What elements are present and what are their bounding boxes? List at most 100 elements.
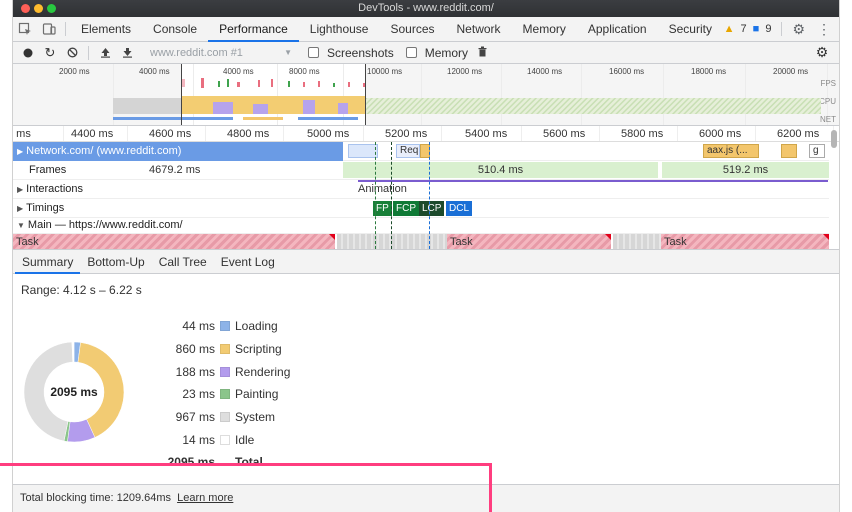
- frame-block-3[interactable]: 519.2 ms: [662, 162, 829, 178]
- tab-bottom-up[interactable]: Bottom-Up: [80, 250, 151, 273]
- total-swatch-placeholder: [220, 457, 230, 467]
- memory-checkbox[interactable]: [405, 47, 417, 58]
- tab-lighthouse[interactable]: Lighthouse: [299, 17, 380, 41]
- flame-chart[interactable]: 0 ms 4400 ms 4600 ms 4800 ms 5000 ms 5200 ms 5…: [13, 126, 839, 250]
- network-request-small[interactable]: [348, 144, 378, 158]
- tab-call-tree[interactable]: Call Tree: [152, 250, 214, 273]
- ruler-gridline: [441, 126, 442, 141]
- interactions-track-label: ▶ Interactions: [17, 183, 84, 195]
- animation-label[interactable]: Animation: [358, 183, 407, 195]
- tab-application[interactable]: Application: [577, 17, 658, 41]
- tab-summary[interactable]: Summary: [15, 250, 81, 274]
- tab-sources[interactable]: Sources: [379, 17, 445, 41]
- ruler-gridline: [755, 126, 756, 141]
- ruler-tick-label: 6000 ms: [699, 128, 742, 140]
- issues-counter[interactable]: ▲ 7 ■ 9 ⚙ ⋮: [724, 17, 839, 41]
- ruler-tick-label: 5600 ms: [543, 128, 586, 140]
- task-block-1[interactable]: Task: [13, 234, 335, 249]
- record-icon[interactable]: [19, 44, 37, 62]
- toolbar-separator: [88, 45, 89, 60]
- profile-select-value: www.reddit.com #1: [150, 46, 243, 59]
- tab-console[interactable]: Console: [142, 17, 208, 41]
- title-bar: DevTools - www.reddit.com/: [13, 0, 839, 17]
- legend-total-value: 2095 ms: [167, 455, 215, 470]
- screenshots-checkbox[interactable]: [308, 47, 319, 58]
- overview-selection-right-handle[interactable]: [365, 64, 366, 125]
- fcp-marker[interactable]: FCP: [393, 201, 419, 216]
- legend-name: System: [235, 410, 276, 425]
- ruler-gridline: [205, 126, 206, 141]
- lcp-marker[interactable]: LCP: [419, 201, 445, 216]
- close-window-button[interactable]: [21, 4, 30, 13]
- overview-tick-label: 10000 ms: [367, 67, 403, 76]
- legend-name: Painting: [235, 387, 279, 402]
- range-text: Range: 4.12 s – 6.22 s: [21, 283, 142, 297]
- clear-icon[interactable]: [63, 44, 81, 62]
- cpu-label: CPU: [819, 97, 836, 106]
- long-task-indicator: [329, 234, 335, 240]
- load-profile-icon[interactable]: [96, 44, 114, 62]
- network-request-bar[interactable]: ▶ Network.com/ (www.reddit.com): [13, 142, 343, 161]
- category-legend: 44 ms Loading 860 ms Scripting 188 ms Re…: [153, 315, 291, 474]
- legend-value: 188 ms: [175, 364, 215, 379]
- dcl-line: [429, 142, 430, 249]
- task-row[interactable]: Task Task Task: [13, 234, 829, 249]
- timeline-overview[interactable]: 2000 ms 4000 ms 4000 ms 8000 ms 10000 ms 1200…: [13, 64, 839, 126]
- short-tasks[interactable]: [337, 234, 447, 249]
- net-graph: [113, 117, 358, 120]
- tab-performance[interactable]: Performance: [208, 17, 299, 42]
- learn-more-link[interactable]: Learn more: [177, 492, 233, 504]
- profile-select[interactable]: www.reddit.com #1 ▼: [146, 45, 296, 61]
- tab-security[interactable]: Security: [658, 17, 723, 41]
- more-options-icon[interactable]: ⋮: [817, 21, 831, 38]
- interactions-track[interactable]: ▶ Interactions Animation: [13, 180, 829, 199]
- dcl-marker[interactable]: DCL: [446, 201, 473, 216]
- tab-network[interactable]: Network: [446, 17, 512, 41]
- flame-chart-scrollbar[interactable]: [831, 130, 837, 148]
- overview-selection-left-handle[interactable]: [181, 64, 182, 125]
- tab-event-log[interactable]: Event Log: [214, 250, 282, 273]
- legend-value: 860 ms: [175, 342, 215, 357]
- ruler-tick-label: 0 ms: [13, 128, 31, 140]
- task-block-2[interactable]: Task: [447, 234, 611, 249]
- settings-gear-icon[interactable]: ⚙: [792, 21, 805, 38]
- timings-track[interactable]: ▶ Timings FP FCP LCP DCL: [13, 199, 829, 218]
- main-thread-track[interactable]: ▼ Main — https://www.reddit.com/: [13, 218, 829, 234]
- network-request-req[interactable]: Req: [396, 144, 420, 158]
- capture-settings-gear-icon[interactable]: ⚙: [813, 44, 831, 62]
- ruler-tick-label: 4600 ms: [149, 128, 192, 140]
- overview-tick-label: 16000 ms: [609, 67, 645, 76]
- warning-icon: ▲: [723, 23, 735, 35]
- save-profile-icon[interactable]: [118, 44, 136, 62]
- ruler-gridline: [599, 126, 600, 141]
- overview-tick-label: 12000 ms: [447, 67, 483, 76]
- network-request-aax[interactable]: aax.js (...: [703, 144, 759, 158]
- minimize-window-button[interactable]: [34, 4, 43, 13]
- inspect-element-icon[interactable]: [13, 17, 37, 41]
- short-tasks[interactable]: [613, 234, 661, 249]
- trash-icon[interactable]: [478, 46, 487, 60]
- zoom-window-button[interactable]: [47, 4, 56, 13]
- frame-duration-1[interactable]: 4679.2 ms: [149, 164, 200, 176]
- legend-row-painting: 23 ms Painting: [153, 383, 290, 406]
- fps-label: FPS: [820, 79, 836, 88]
- tab-elements[interactable]: Elements: [70, 17, 142, 41]
- reload-record-icon[interactable]: ↻: [41, 44, 59, 62]
- network-request-right[interactable]: [781, 144, 797, 158]
- legend-name: Rendering: [235, 364, 291, 379]
- cpu-graph: [113, 96, 821, 114]
- device-toolbar-icon[interactable]: [37, 17, 61, 41]
- legend-value: 967 ms: [175, 410, 215, 425]
- legend-value: 23 ms: [182, 387, 215, 402]
- frames-track[interactable]: Frames 4679.2 ms 510.4 ms 519.2 ms: [13, 161, 829, 180]
- ruler-gridline: [63, 126, 64, 141]
- legend-row-system: 967 ms System: [153, 406, 290, 429]
- rendering-swatch: [220, 366, 230, 377]
- network-request-g[interactable]: g: [809, 144, 825, 158]
- network-track[interactable]: ▶ Network.com/ (www.reddit.com) Req aax.j…: [13, 142, 829, 161]
- main-thread-label: ▼ Main — https://www.reddit.com/: [17, 219, 183, 231]
- message-count: 9: [765, 23, 772, 35]
- legend-value: 14 ms: [182, 432, 215, 447]
- task-block-3[interactable]: Task: [661, 234, 829, 249]
- tab-memory[interactable]: Memory: [512, 17, 577, 41]
